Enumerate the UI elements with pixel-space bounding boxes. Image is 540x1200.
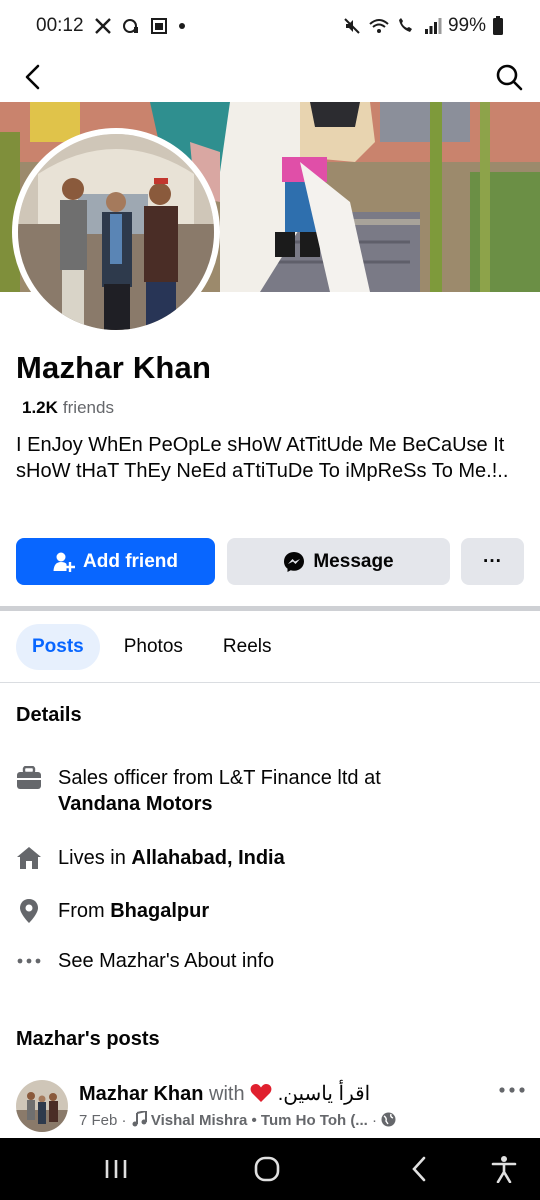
friends-count-link[interactable]: 1.2K friends [22, 398, 114, 418]
add-person-icon [53, 552, 75, 572]
status-right: 99% [342, 15, 504, 37]
post-tagged-text[interactable]: اقرأ یاسین. [278, 1083, 371, 1105]
briefcase-icon [16, 765, 42, 791]
friends-label: friends [62, 398, 114, 417]
top-bar [0, 52, 540, 102]
search-button[interactable] [492, 60, 526, 94]
work-place[interactable]: Vandana Motors [58, 793, 212, 815]
wifi-icon [368, 17, 390, 35]
lives-place[interactable]: Allahabad, India [131, 847, 284, 869]
tab-photos[interactable]: Photos [108, 624, 199, 670]
posts-title: Mazhar's posts [16, 1028, 160, 1050]
messenger-notification-icon [122, 17, 140, 35]
recent-apps-button[interactable] [99, 1152, 133, 1186]
add-friend-label: Add friend [83, 550, 178, 572]
tabs-divider [0, 682, 540, 683]
friends-count: 1.2K [22, 398, 58, 417]
recent-apps-icon [105, 1160, 127, 1178]
status-left: 00:12 [36, 15, 186, 37]
profile-bio: I EnJoy WhEn PeOpLe sHoW AtTitUde Me BeC… [16, 434, 509, 482]
battery-icon [492, 16, 504, 36]
globe-icon [381, 1112, 396, 1127]
post-more-button[interactable] [498, 1078, 526, 1102]
post-date[interactable]: 7 Feb [79, 1112, 117, 1129]
red-heart-icon [250, 1084, 272, 1102]
accessibility-icon [491, 1156, 517, 1183]
ellipsis-icon [16, 948, 42, 974]
home-button[interactable] [250, 1152, 284, 1186]
message-button[interactable]: Message [227, 538, 450, 585]
battery-percent: 99% [447, 15, 486, 36]
more-notifications-dot-icon [178, 22, 186, 30]
home-icon [16, 845, 42, 871]
search-icon [496, 64, 523, 91]
clock: 00:12 [36, 15, 84, 36]
wifi-calling-icon [396, 17, 418, 35]
section-divider [0, 606, 540, 611]
detail-work: Sales officer from L&T Finance ltd at Va… [16, 765, 526, 817]
details-title: Details [16, 704, 82, 726]
tab-reels[interactable]: Reels [207, 624, 288, 670]
add-friend-button[interactable]: Add friend [16, 538, 215, 585]
post-author-name[interactable]: Mazhar Khan [79, 1083, 203, 1105]
meta-separator: · [371, 1112, 377, 1129]
meta-separator: · [121, 1112, 127, 1129]
tab-posts[interactable]: Posts [16, 624, 100, 670]
back-arrow-icon [25, 64, 40, 90]
work-text: Sales officer from L&T Finance ltd at [58, 767, 381, 789]
post-with-label: with [209, 1083, 245, 1105]
see-about-info-link[interactable]: See Mazhar's About info [16, 948, 526, 974]
from-place[interactable]: Bhagalpur [110, 900, 209, 922]
status-bar: 00:12 99% [0, 0, 540, 52]
post-music[interactable]: Vishal Mishra • Tum Ho Toh (... [151, 1112, 368, 1129]
post-author-avatar[interactable] [16, 1080, 68, 1132]
lives-prefix: Lives in [58, 847, 126, 869]
chevron-left-icon [412, 1156, 426, 1182]
ellipsis-icon [499, 1087, 525, 1093]
detail-lives: Lives in Allahabad, India [16, 845, 526, 871]
x-app-icon [94, 17, 112, 35]
music-note-icon [132, 1109, 147, 1127]
mute-icon [342, 16, 362, 36]
accessibility-button[interactable] [487, 1152, 521, 1186]
home-circle-icon [254, 1156, 280, 1182]
more-options-label: ··· [483, 550, 502, 572]
system-navigation-bar [0, 1138, 540, 1200]
post-title-line: Mazhar Khan with اقرأ یاسین. [79, 1081, 370, 1106]
messenger-icon [284, 551, 305, 572]
from-prefix: From [58, 900, 105, 922]
back-button[interactable] [16, 60, 50, 94]
signal-icon [424, 17, 442, 35]
gallery-notification-icon [150, 17, 168, 35]
message-label: Message [313, 550, 394, 572]
post-header: Mazhar Khan with اقرأ یاسین. 7 Feb · Vis… [16, 1078, 526, 1138]
profile-tabs: Posts Photos Reels [16, 624, 287, 670]
see-about-info-label: See Mazhar's About info [58, 950, 275, 972]
more-options-button[interactable]: ··· [461, 538, 524, 585]
detail-from: From Bhagalpur [16, 898, 526, 924]
system-back-button[interactable] [402, 1152, 436, 1186]
post-meta-line: 7 Feb · Vishal Mishra • Tum Ho Toh (... … [79, 1109, 396, 1129]
profile-avatar[interactable] [12, 128, 220, 336]
profile-name: Mazhar Khan [16, 350, 212, 385]
location-pin-icon [16, 898, 42, 924]
profile-photo [18, 134, 214, 330]
